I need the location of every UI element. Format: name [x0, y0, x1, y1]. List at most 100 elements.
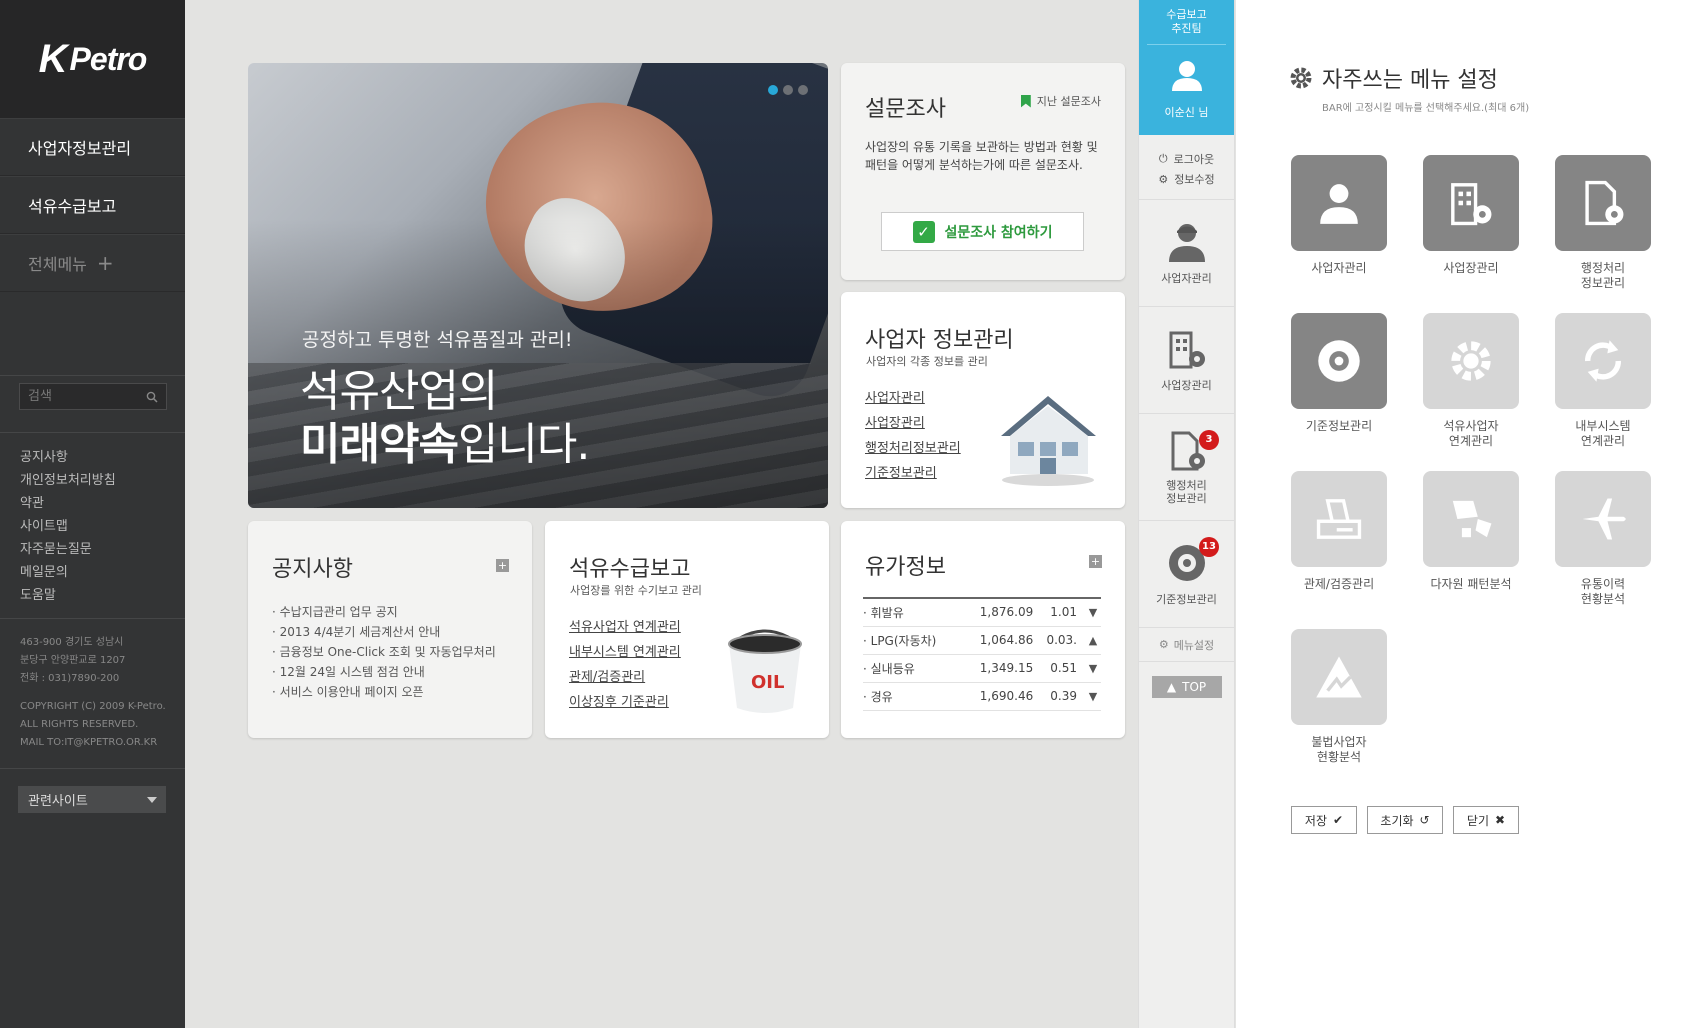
tile-label: 사업자관리	[1311, 261, 1367, 275]
tile-box	[1423, 471, 1519, 567]
gear-icon: ⚙	[1158, 638, 1169, 651]
sidebar: KPetro 사업자정보관리 석유수급보고 전체메뉴 + 공지사항 개인정보처리방…	[0, 0, 185, 1028]
menu-setting-button[interactable]: ⚙ 메뉴설정	[1139, 628, 1234, 662]
tile-box	[1291, 629, 1387, 725]
link-admin-info[interactable]: 행정처리정보관리	[865, 436, 961, 461]
account-actions: ⏻ 로그아웃 ⚙ 정보수정	[1139, 135, 1234, 200]
quick-bar: 수급보고 추진팀 이순신 님 ⏻ 로그아웃 ⚙ 정보수정 사업자관리 사업장관리 행…	[1138, 0, 1235, 1028]
quick-item-label: 행정처리 정보관리	[1166, 479, 1207, 505]
related-sites-select[interactable]: 관련사이트	[18, 786, 166, 813]
tile-standard-info[interactable]: 기준정보관리	[1291, 313, 1387, 434]
tile-label: 내부시스템 연계관리	[1575, 419, 1631, 448]
link-mail[interactable]: 메일문의	[20, 561, 116, 584]
save-button[interactable]: 저장 ✔	[1291, 806, 1357, 834]
fuel-price: 1,690.46	[961, 682, 1034, 711]
tile-internal-link[interactable]: 내부시스템 연계관리	[1555, 313, 1651, 449]
join-survey-label: 설문조사 참여하기	[944, 224, 1053, 241]
house-icon	[1001, 396, 1096, 486]
fuel-price: 1,876.09	[961, 597, 1034, 627]
link-faq[interactable]: 자주묻는질문	[20, 538, 116, 561]
save-label: 저장	[1304, 813, 1328, 828]
tile-illegal[interactable]: 불법사업자 현황분석	[1291, 629, 1387, 765]
logo[interactable]: K Petro	[0, 0, 185, 118]
tile-box	[1555, 155, 1651, 251]
link-control[interactable]: 관제/검증관리	[569, 665, 681, 690]
close-button[interactable]: 닫기 ✖	[1453, 806, 1519, 834]
quick-item-site[interactable]: 사업장관리	[1139, 307, 1234, 414]
copyright-line: MAIL TO:IT@KPETRO.OR.KR	[20, 737, 158, 748]
notice-item[interactable]: · 금융정보 One-Click 조회 및 자동업무처리	[272, 642, 496, 662]
notification-badge: 3	[1199, 430, 1219, 450]
link-help[interactable]: 도움말	[20, 584, 116, 607]
notice-card: 공지사항 + · 수납지급관리 업무 공지 · 2013 4/4분기 세금계산서…	[248, 521, 532, 738]
carousel-dot[interactable]	[768, 85, 778, 95]
menu-setting-label: 메뉴설정	[1173, 638, 1215, 652]
tile-distribution[interactable]: 유통이력 현황분석	[1555, 471, 1651, 607]
tile-pattern[interactable]: 다자원 패턴분석	[1423, 471, 1519, 592]
bucket-label: OIL	[751, 672, 784, 693]
search-icon[interactable]	[146, 391, 158, 403]
more-plus-icon[interactable]: +	[1089, 555, 1102, 568]
link-privacy[interactable]: 개인정보처리방침	[20, 469, 116, 492]
more-plus-icon[interactable]: +	[496, 559, 509, 572]
tile-box	[1555, 471, 1651, 567]
notice-title: 공지사항	[272, 557, 353, 582]
link-notice[interactable]: 공지사항	[20, 446, 116, 469]
scroll-top-button[interactable]: ▲ TOP	[1151, 676, 1222, 698]
tile-petro-link[interactable]: 석유사업자 연계관리	[1423, 313, 1519, 449]
supply-links: 석유사업자 연계관리 내부시스템 연계관리 관제/검증관리 이상징후 기준관리	[569, 615, 681, 715]
link-internal-link[interactable]: 내부시스템 연계관리	[569, 640, 681, 665]
document-gear-icon	[1585, 180, 1624, 226]
notice-item[interactable]: · 서비스 이용안내 페이지 오픈	[272, 682, 496, 702]
quick-item-admin[interactable]: 행정처리 정보관리 3	[1139, 414, 1234, 521]
link-anomaly[interactable]: 이상징후 기준관리	[569, 690, 681, 715]
undo-icon: ↺	[1419, 813, 1430, 827]
tile-control[interactable]: 관제/검증관리	[1291, 471, 1387, 592]
notification-badge: 13	[1199, 537, 1219, 557]
arrow-up-icon: ▲	[1166, 680, 1177, 694]
fuel-change: 0.39	[1033, 682, 1085, 711]
related-sites-label: 관련사이트	[28, 794, 88, 809]
sidebar-item-bizinfo[interactable]: 사업자정보관리	[0, 118, 185, 176]
recycle-arrows-icon	[1585, 340, 1621, 382]
tile-site-manage[interactable]: 사업장관리	[1423, 155, 1519, 276]
sidebar-item-supply[interactable]: 석유수급보고	[0, 176, 185, 234]
check-icon: ✔	[1333, 813, 1344, 827]
tile-admin-info[interactable]: 행정처리 정보관리	[1555, 155, 1651, 291]
divider	[0, 432, 185, 433]
link-petro-link[interactable]: 석유사업자 연계관리	[569, 615, 681, 640]
link-biz-manage[interactable]: 사업자관리	[865, 386, 961, 411]
reset-button[interactable]: 초기화 ↺	[1367, 806, 1443, 834]
tile-biz-manage[interactable]: 사업자관리	[1291, 155, 1387, 276]
carousel-dot[interactable]	[798, 85, 808, 95]
quick-item-label: 사업장관리	[1161, 379, 1212, 392]
search-input[interactable]	[28, 389, 146, 404]
logout-button[interactable]: ⏻ 로그아웃	[1139, 149, 1234, 169]
join-survey-button[interactable]: ✓ 설문조사 참여하기	[881, 212, 1084, 251]
link-terms[interactable]: 약관	[20, 492, 116, 515]
link-sitemap[interactable]: 사이트맵	[20, 515, 116, 538]
price-title: 유가정보	[865, 555, 946, 580]
quick-item-label: 사업자관리	[1161, 272, 1212, 285]
quick-item-standard[interactable]: 기준정보관리 13	[1139, 521, 1234, 628]
arrow-up-icon: ▲	[1085, 626, 1101, 655]
edit-info-button[interactable]: ⚙ 정보수정	[1139, 169, 1234, 189]
plus-icon: +	[96, 251, 114, 275]
oil-bucket-icon: OIL	[728, 629, 802, 713]
notice-item[interactable]: · 수납지급관리 업무 공지	[272, 602, 496, 622]
notice-item[interactable]: · 2013 4/4분기 세금계산서 안내	[272, 622, 496, 642]
check-icon: ✓	[912, 220, 935, 243]
carousel-dot[interactable]	[783, 85, 793, 95]
fuel-price: 1,064.86	[961, 626, 1034, 655]
link-site-manage[interactable]: 사업장관리	[865, 411, 961, 436]
price-table: · 휘발유 1,876.09 1.01 ▼ · LPG(자동차) 1,064.86 0.0…	[863, 597, 1101, 711]
search-box	[19, 383, 167, 410]
building-gear-icon	[1451, 183, 1492, 226]
past-survey-link[interactable]: 지난 설문조사	[1020, 93, 1101, 109]
survey-title: 설문조사	[865, 97, 946, 122]
panel-description: BAR에 고정시킬 메뉴를 선택해주세요.(최대 6개)	[1322, 103, 1530, 114]
quick-item-biz[interactable]: 사업자관리	[1139, 200, 1234, 307]
notice-item[interactable]: · 12월 24일 시스템 점검 안내	[272, 662, 496, 682]
sidebar-item-all-menu[interactable]: 전체메뉴 +	[0, 234, 185, 292]
link-standard-info[interactable]: 기준정보관리	[865, 461, 961, 486]
